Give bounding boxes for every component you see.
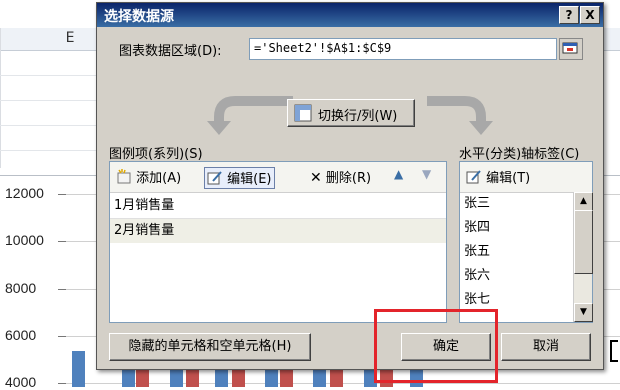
add-series-button[interactable]: 添加(A) <box>116 167 181 187</box>
select-data-source-dialog: 选择数据源 ? X 图表数据区域(D): ='Sheet2'!$A$1:$C$9… <box>96 2 604 370</box>
move-down-icon: ▼ <box>422 167 432 181</box>
chart-gridline <box>66 383 620 384</box>
chart-bar[interactable] <box>232 367 245 387</box>
left-curved-arrow-icon <box>207 96 293 135</box>
chart-bar[interactable] <box>215 367 228 387</box>
legend-series-item[interactable]: 1月销售量 <box>110 194 446 218</box>
y-axis-tick: 6000 <box>5 327 37 343</box>
y-axis-tick: 10000 <box>5 232 44 248</box>
axis-labels-panel: 编辑(T) 张三 张四 张五 张六 张七 ▲ ▼ <box>459 161 593 323</box>
y-axis-tick-mark <box>58 241 66 242</box>
y-axis-tick-mark <box>58 383 66 384</box>
legend-entries-label: 图例项(系列)(S) <box>109 147 203 162</box>
add-icon <box>117 169 131 184</box>
dialog-title: 选择数据源 <box>104 9 174 25</box>
edge-bracket <box>610 340 618 362</box>
grid-line <box>0 150 100 151</box>
grid-line <box>0 75 100 76</box>
chart-bar[interactable] <box>72 351 85 387</box>
chart-bar[interactable] <box>122 367 135 387</box>
y-axis-tick-mark <box>58 194 66 195</box>
axis-label-item[interactable]: 张四 <box>460 216 570 240</box>
scroll-down-arrow-icon[interactable]: ▼ <box>574 303 593 322</box>
y-axis-tick: 8000 <box>5 280 37 296</box>
right-curved-arrow-icon <box>427 96 493 135</box>
scroll-up-arrow-icon[interactable]: ▲ <box>574 192 593 211</box>
edit-axis-labels-button[interactable]: 编辑(T) <box>466 167 530 187</box>
y-axis-tick: 12000 <box>5 185 44 201</box>
axis-labels-label: 水平(分类)轴标签(C) <box>459 147 580 162</box>
chart-bar[interactable] <box>186 367 199 387</box>
grid-line <box>0 100 100 101</box>
grid-line <box>0 28 1 168</box>
grid-line <box>0 125 100 126</box>
chart-data-range-input[interactable]: ='Sheet2'!$A$1:$C$9 <box>249 38 557 60</box>
close-button[interactable]: X <box>580 6 600 24</box>
add-series-label: 添加(A) <box>136 171 182 186</box>
column-header-e[interactable]: E <box>55 30 85 46</box>
range-select-icon <box>562 42 578 54</box>
axis-label-item[interactable]: 张五 <box>460 240 570 264</box>
ok-highlight-box <box>374 309 498 383</box>
move-up-icon: ▲ <box>394 167 404 181</box>
chart-bar[interactable] <box>280 367 293 387</box>
edit-series-label: 编辑(E) <box>227 172 272 187</box>
edit-series-button[interactable]: 编辑(E) <box>204 167 275 189</box>
axis-label-item[interactable]: 张三 <box>460 192 570 216</box>
scroll-thumb[interactable] <box>574 210 593 274</box>
range-label: 图表数据区域(D): <box>119 44 222 59</box>
legend-toolbar: 添加(A) 编辑(E) ✕ 删除(R) ▲ ▼ <box>110 162 446 193</box>
help-button[interactable]: ? <box>559 6 579 24</box>
legend-series-item[interactable]: 2月销售量 <box>110 219 446 243</box>
chart-bar[interactable] <box>136 367 149 387</box>
axis-list-scrollbar[interactable]: ▲ ▼ <box>573 192 593 322</box>
delete-icon: ✕ <box>310 170 322 186</box>
y-axis-tick: 4000 <box>5 374 37 390</box>
chart-bar[interactable] <box>265 367 278 387</box>
chart-bar[interactable] <box>313 367 326 387</box>
edit-icon <box>466 170 481 184</box>
y-axis-tick-mark <box>58 289 66 290</box>
hidden-empty-cells-button[interactable]: 隐藏的单元格和空单元格(H) <box>109 333 311 361</box>
edit-axis-labels-label: 编辑(T) <box>486 171 531 186</box>
switch-row-column-icon <box>294 104 312 122</box>
axis-label-item[interactable]: 张六 <box>460 264 570 288</box>
range-value: ='Sheet2'!$A$1:$C$9 <box>254 41 392 55</box>
move-down-button[interactable]: ▼ <box>422 167 431 187</box>
axis-toolbar: 编辑(T) <box>460 162 592 193</box>
dialog-title-bar[interactable]: 选择数据源 ? X <box>97 3 603 27</box>
cancel-button[interactable]: 取消 <box>501 333 591 361</box>
move-up-button[interactable]: ▲ <box>394 167 403 187</box>
switch-row-column-label: 切换行/列(W) <box>318 109 398 124</box>
delete-series-button[interactable]: ✕ 删除(R) <box>310 167 371 187</box>
collapse-dialog-button[interactable] <box>559 38 583 60</box>
legend-entries-panel: 添加(A) 编辑(E) ✕ 删除(R) ▲ ▼ 1月销售量 2月销售量 <box>109 161 447 323</box>
y-axis-tick-mark <box>58 336 66 337</box>
delete-series-label: 删除(R) <box>325 171 372 186</box>
switch-row-column-button[interactable]: 切换行/列(W) <box>287 99 415 127</box>
chart-bar[interactable] <box>330 367 343 387</box>
chart-bar[interactable] <box>170 367 183 387</box>
edit-icon <box>207 171 222 185</box>
